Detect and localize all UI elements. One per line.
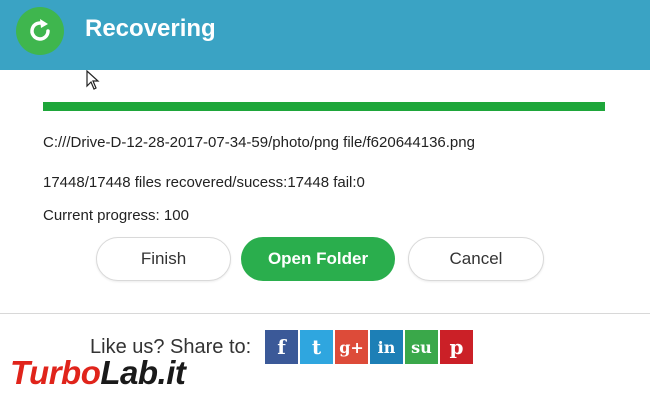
watermark-part1: Turbo (10, 354, 101, 391)
cancel-button[interactable]: Cancel (408, 237, 544, 281)
finish-button[interactable]: Finish (96, 237, 231, 281)
twitter-icon[interactable]: t (300, 330, 333, 364)
files-recovered-status: 17448/17448 files recovered/sucess:17448… (43, 174, 365, 191)
mouse-cursor-icon (86, 70, 100, 90)
turbolab-watermark: Turbo Lab.it (10, 350, 186, 396)
stumbleupon-icon[interactable]: su (405, 330, 438, 364)
linkedin-icon-glyph: in (377, 337, 396, 357)
title-bar: Recovering (0, 0, 650, 70)
facebook-icon-glyph: f (277, 335, 286, 359)
divider (0, 313, 650, 314)
recovery-progress-bar (43, 102, 605, 111)
window-title: Recovering (85, 15, 216, 42)
current-progress-label: Current progress: 100 (43, 207, 189, 224)
twitter-icon-glyph: t (311, 335, 322, 359)
stumbleupon-icon-glyph: su (411, 337, 432, 357)
watermark-part2: Lab.it (100, 354, 186, 391)
google-plus-icon-glyph: g+ (339, 337, 364, 357)
google-plus-icon[interactable]: g+ (335, 330, 368, 364)
recover-logo-icon (16, 7, 64, 55)
linkedin-icon[interactable]: in (370, 330, 403, 364)
pinterest-icon-glyph: p (449, 335, 464, 359)
pinterest-icon[interactable]: p (440, 330, 473, 364)
current-file-path: C:///Drive-D-12-28-2017-07-34-59/photo/p… (43, 134, 475, 151)
open-folder-button[interactable]: Open Folder (241, 237, 395, 281)
progress-fill (43, 102, 605, 111)
facebook-icon[interactable]: f (265, 330, 298, 364)
